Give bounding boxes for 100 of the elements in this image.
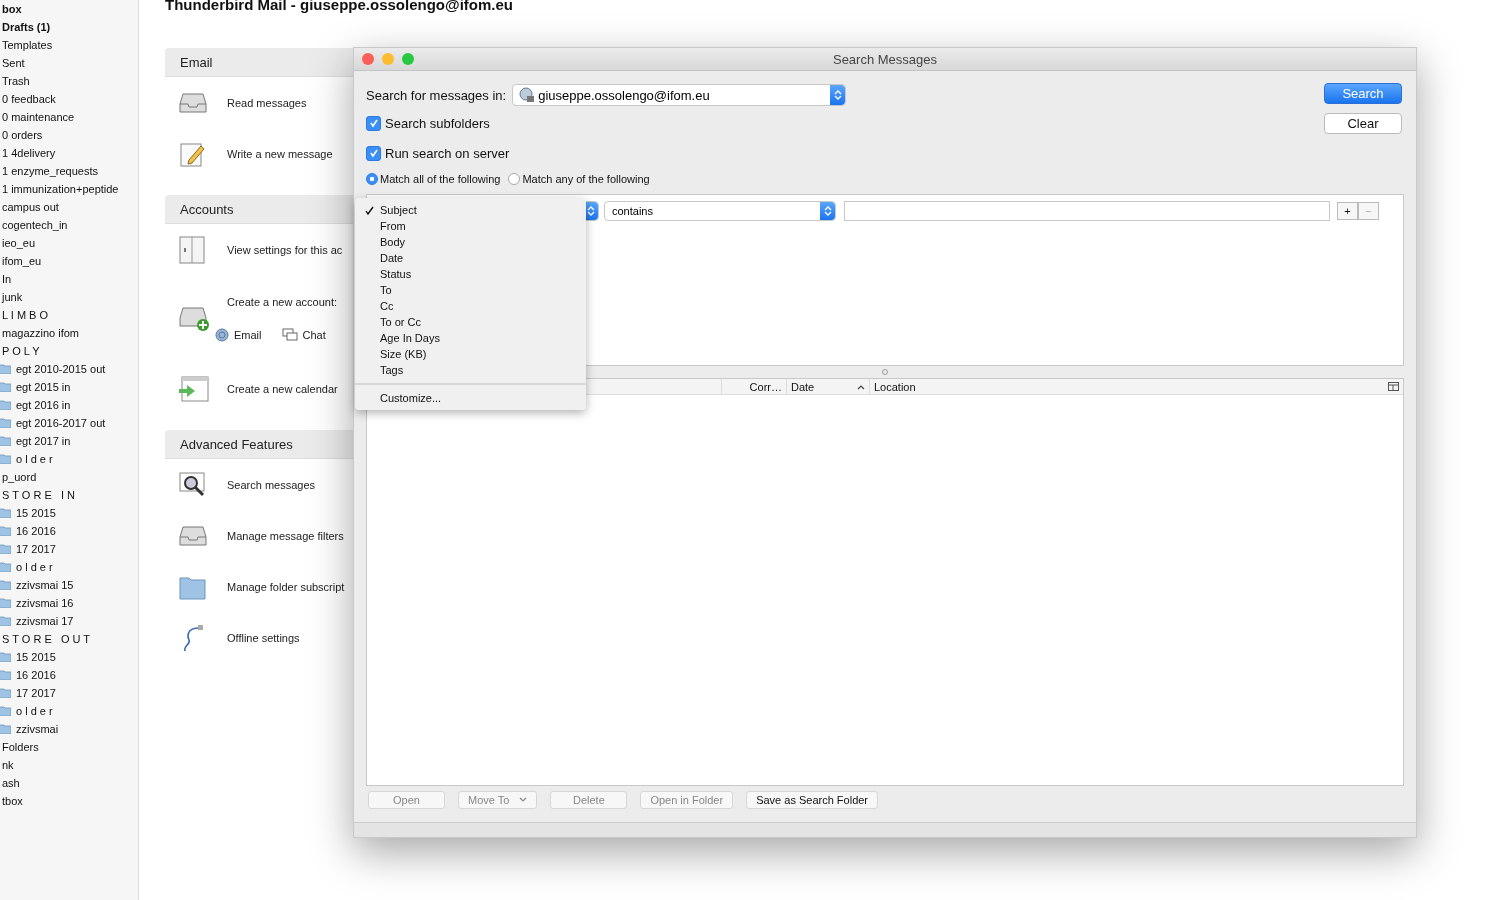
folder-item[interactable]: o l d e r	[0, 450, 138, 468]
clear-button[interactable]: Clear	[1324, 113, 1402, 134]
value-field[interactable]	[844, 201, 1330, 221]
folder-icon	[0, 382, 11, 392]
folder-item[interactable]: junk	[0, 288, 138, 306]
folder-item[interactable]: L I M B O	[0, 306, 138, 324]
folder-item[interactable]: p_uord	[0, 468, 138, 486]
folder-item[interactable]: Trash	[0, 72, 138, 90]
folder-item[interactable]: zzivsmai 17	[0, 612, 138, 630]
folder-item[interactable]: zzivsmai 16	[0, 594, 138, 612]
chevron-icon	[519, 797, 528, 803]
folder-icon	[0, 364, 11, 374]
folder-item[interactable]: magazzino ifom	[0, 324, 138, 342]
checkbox[interactable]	[366, 115, 381, 131]
action-button[interactable]: Save as Search Folder	[746, 791, 879, 809]
menu-item[interactable]: From	[355, 218, 586, 234]
column-header[interactable]: Location	[869, 379, 1384, 394]
folder-item[interactable]: ifom_eu	[0, 252, 138, 270]
tray-icon	[179, 524, 207, 547]
folder-item[interactable]: In	[0, 270, 138, 288]
folder-item[interactable]: 15 2015	[0, 504, 138, 522]
section-title: Accounts	[180, 201, 234, 217]
action-link[interactable]: View settings for this ac	[227, 243, 343, 256]
action-link[interactable]: Manage message filters	[227, 529, 344, 542]
action-link[interactable]: Create a new account:	[227, 296, 338, 308]
account-select[interactable]: giuseppe.ossolengo@ifom.eu	[512, 84, 847, 106]
folder-item[interactable]: 1 immunization+peptide	[0, 180, 138, 198]
folder-item[interactable]: S T O R E O U T	[0, 630, 138, 648]
folder-item[interactable]: o l d e r	[0, 702, 138, 720]
checkbox[interactable]	[366, 145, 381, 161]
folder-item[interactable]: egt 2016 in	[0, 396, 138, 414]
menu-item[interactable]: Date	[355, 250, 586, 266]
operator-select[interactable]: contains	[604, 201, 836, 221]
folder-icon	[0, 706, 11, 716]
folder-item[interactable]: 15 2015	[0, 648, 138, 666]
menu-item[interactable]: To or Cc	[355, 314, 586, 330]
menu-item[interactable]: Subject	[355, 202, 586, 218]
folder-item[interactable]: 17 2017	[0, 540, 138, 558]
checkbox-label: Search subfolders	[385, 115, 490, 131]
menu-item[interactable]: To	[355, 282, 586, 298]
menu-item[interactable]: Tags	[355, 362, 586, 378]
radio-button[interactable]	[366, 173, 378, 185]
folder-item[interactable]: campus out	[0, 198, 138, 216]
action-link[interactable]: Manage folder subscript	[227, 580, 345, 593]
close-button[interactable]	[362, 53, 374, 65]
folder-item[interactable]: Folders	[0, 738, 138, 756]
folder-icon	[0, 598, 11, 608]
folder-item[interactable]: 0 feedback	[0, 90, 138, 108]
menu-item[interactable]: Age In Days	[355, 330, 586, 346]
folder-item[interactable]: 17 2017	[0, 684, 138, 702]
folder-item[interactable]: 0 maintenance	[0, 108, 138, 126]
menu-item[interactable]: Body	[355, 234, 586, 250]
folder-item[interactable]: ash	[0, 774, 138, 792]
action-link[interactable]: Write a new message	[227, 147, 333, 160]
zoom-button[interactable]	[402, 53, 414, 65]
folder-item[interactable]: Sent	[0, 54, 138, 72]
checkmark-icon	[368, 148, 379, 158]
folder-item[interactable]: egt 2016-2017 out	[0, 414, 138, 432]
folder-item[interactable]: zzivsmai	[0, 720, 138, 738]
folder-item[interactable]: tbox	[0, 792, 138, 810]
search-icon	[179, 471, 207, 498]
folder-item[interactable]: P O L Y	[0, 342, 138, 360]
folder-icon	[0, 418, 11, 428]
folder-item[interactable]: 1 4delivery	[0, 144, 138, 162]
action-link[interactable]: Create a new calendar	[227, 382, 338, 395]
folder-item[interactable]: 0 orders	[0, 126, 138, 144]
menu-item[interactable]: Status	[355, 266, 586, 282]
minimize-button[interactable]	[382, 53, 394, 65]
add-rule-button[interactable]: +	[1337, 202, 1358, 220]
radio-button[interactable]	[508, 173, 521, 185]
action-link[interactable]: Search messages	[227, 478, 316, 491]
action-link[interactable]: Read messages	[227, 96, 307, 109]
account-type-link[interactable]: Chat	[281, 328, 326, 342]
action-link[interactable]: Offline settings	[227, 631, 300, 644]
folder-item[interactable]: box	[0, 0, 138, 18]
panel-icon	[179, 235, 205, 264]
folder-icon	[0, 616, 11, 626]
menu-item[interactable]: Customize...	[355, 390, 586, 406]
folder-item[interactable]: zzivsmai 15	[0, 576, 138, 594]
folder-item[interactable]: ieo_eu	[0, 234, 138, 252]
folder-item[interactable]: Templates	[0, 36, 138, 54]
folder-item[interactable]: 1 enzyme_requests	[0, 162, 138, 180]
folder-item[interactable]: egt 2015 in	[0, 378, 138, 396]
column-header[interactable]: Date	[786, 379, 869, 394]
folder-item[interactable]: nk	[0, 756, 138, 774]
folder-item[interactable]: 16 2016	[0, 522, 138, 540]
folder-item[interactable]: egt 2010-2015 out	[0, 360, 138, 378]
column-picker-icon[interactable]	[1388, 381, 1399, 392]
menu-item[interactable]: Cc	[355, 298, 586, 314]
folder-item[interactable]: 16 2016	[0, 666, 138, 684]
folder-item[interactable]: egt 2017 in	[0, 432, 138, 450]
account-type-link[interactable]: Email	[215, 328, 262, 342]
folder-item[interactable]: S T O R E I N	[0, 486, 138, 504]
folder-item[interactable]: Drafts (1)	[0, 18, 138, 36]
folder-item[interactable]: o l d e r	[0, 558, 138, 576]
column-header[interactable]: Corr…	[721, 379, 786, 394]
folder-item[interactable]: cogentech_in	[0, 216, 138, 234]
folder-icon	[0, 562, 11, 572]
menu-item[interactable]: Size (KB)	[355, 346, 586, 362]
tray-add-icon	[179, 306, 209, 332]
